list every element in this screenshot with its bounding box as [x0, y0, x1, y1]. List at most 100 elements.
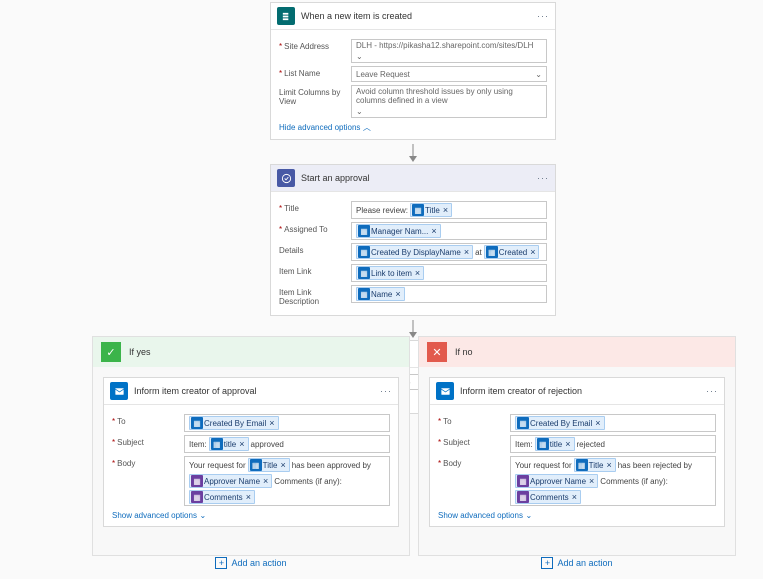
outlook-icon [110, 382, 128, 400]
title-token[interactable]: ▦Title× [248, 458, 290, 472]
dynamic-content-icon: ▦ [191, 475, 203, 487]
approval-title: Start an approval [301, 173, 537, 183]
remove-token-icon[interactable]: × [606, 460, 611, 470]
more-icon[interactable]: ··· [537, 11, 549, 21]
dynamic-content-icon: ▦ [191, 491, 203, 503]
email-body-field[interactable]: Your request for ▦Title× has been reject… [510, 456, 716, 506]
add-action-button[interactable]: + Add an action [103, 557, 399, 569]
assigned-to-label: *Assigned To [279, 222, 351, 234]
approval-icon [277, 169, 295, 187]
remove-token-icon[interactable]: × [464, 247, 469, 257]
dynamic-content-icon: ▦ [412, 204, 424, 216]
email-subject-label: *Subject [438, 435, 510, 447]
remove-token-icon[interactable]: × [572, 492, 577, 502]
site-address-label: *Site Address [279, 39, 351, 51]
dynamic-content-icon: ▦ [517, 491, 529, 503]
email-rejection-card: Inform item creator of rejection ··· *To… [429, 377, 725, 527]
chevron-up-icon: ︿ [363, 123, 371, 132]
comments-token[interactable]: ▦Comments× [189, 490, 255, 504]
remove-token-icon[interactable]: × [589, 476, 594, 486]
approval-title-label: *Title [279, 201, 351, 213]
email-subject-field[interactable]: Item: ▦title× approved [184, 435, 390, 453]
site-address-select[interactable]: DLH - https://pikasha12.sharepoint.com/s… [351, 39, 547, 63]
assigned-to-field[interactable]: ▦Manager Nam...× [351, 222, 547, 240]
remove-token-icon[interactable]: × [530, 247, 535, 257]
remove-token-icon[interactable]: × [246, 492, 251, 502]
list-name-label: *List Name [279, 66, 351, 78]
email-approval-header[interactable]: Inform item creator of approval ··· [104, 378, 398, 405]
approval-body: *Title Please review: ▦Title× *Assigned … [271, 192, 555, 315]
remove-token-icon[interactable]: × [239, 439, 244, 449]
approver-name-token[interactable]: ▦Approver Name× [515, 474, 598, 488]
chevron-down-icon: ⌄ [535, 70, 542, 79]
dynamic-content-icon: ▦ [576, 459, 588, 471]
add-action-button[interactable]: + Add an action [429, 557, 725, 569]
remove-token-icon[interactable]: × [431, 226, 436, 236]
remove-token-icon[interactable]: × [395, 289, 400, 299]
created-token[interactable]: ▦Created× [484, 245, 540, 259]
branch-no-label: If no [455, 347, 473, 357]
more-icon[interactable]: ··· [537, 173, 549, 183]
email-rejection-header[interactable]: Inform item creator of rejection ··· [430, 378, 724, 405]
email-to-field[interactable]: ▦Created By Email× [184, 414, 390, 432]
item-link-desc-field[interactable]: ▦Name× [351, 285, 547, 303]
dynamic-content-icon: ▦ [211, 438, 223, 450]
approver-name-token[interactable]: ▦Approver Name× [189, 474, 272, 488]
remove-token-icon[interactable]: × [280, 460, 285, 470]
limit-view-label: Limit Columns by View [279, 85, 351, 106]
email-to-field[interactable]: ▦Created By Email× [510, 414, 716, 432]
details-label: Details [279, 243, 351, 255]
item-link-label: Item Link [279, 264, 351, 276]
remove-token-icon[interactable]: × [263, 476, 268, 486]
item-link-field[interactable]: ▦Link to item× [351, 264, 547, 282]
trigger-body: *Site Address DLH - https://pikasha12.sh… [271, 30, 555, 139]
email-body-field[interactable]: Your request for ▦Title× has been approv… [184, 456, 390, 506]
branch-yes-header: ✓ If yes [93, 337, 409, 367]
chevron-down-icon: ⌄ [199, 511, 206, 520]
outlook-icon [436, 382, 454, 400]
createdby-email-token[interactable]: ▦Created By Email× [515, 416, 605, 430]
check-icon: ✓ [101, 342, 121, 362]
branch-yes-lane: ✓ If yes Inform item creator of approval… [92, 336, 410, 556]
item-link-desc-label: Item Link Description [279, 285, 351, 306]
flow-arrow [270, 144, 556, 164]
email-approval-title: Inform item creator of approval [134, 386, 380, 396]
title-token[interactable]: ▦Title× [410, 203, 452, 217]
dynamic-content-icon: ▦ [191, 417, 203, 429]
dynamic-content-icon: ▦ [358, 288, 370, 300]
plus-icon: + [541, 557, 553, 569]
branch-no-lane: ✕ If no Inform item creator of rejection… [418, 336, 736, 556]
list-name-select[interactable]: Leave Request ⌄ [351, 66, 547, 82]
approval-header[interactable]: Start an approval ··· [271, 165, 555, 192]
hide-advanced-link[interactable]: Hide advanced options [279, 123, 360, 132]
remove-token-icon[interactable]: × [269, 418, 274, 428]
remove-token-icon[interactable]: × [595, 418, 600, 428]
remove-token-icon[interactable]: × [565, 439, 570, 449]
remove-token-icon[interactable]: × [443, 205, 448, 215]
dynamic-content-icon: ▦ [486, 246, 498, 258]
createdby-email-token[interactable]: ▦Created By Email× [189, 416, 279, 430]
title-token[interactable]: ▦title× [535, 437, 575, 451]
show-advanced-link[interactable]: Show advanced options [438, 511, 523, 520]
title-token[interactable]: ▦Title× [574, 458, 616, 472]
trigger-header[interactable]: When a new item is created ··· [271, 3, 555, 30]
limit-view-select[interactable]: Avoid column threshold issues by only us… [351, 85, 547, 118]
chevron-down-icon: ⌄ [356, 107, 363, 116]
more-icon[interactable]: ··· [706, 386, 718, 396]
email-subject-field[interactable]: Item: ▦title× rejected [510, 435, 716, 453]
dynamic-content-icon: ▦ [358, 246, 370, 258]
title-token[interactable]: ▦title× [209, 437, 249, 451]
branch-yes-label: If yes [129, 347, 151, 357]
approval-title-field[interactable]: Please review: ▦Title× [351, 201, 547, 219]
trigger-card: When a new item is created ··· *Site Add… [270, 2, 556, 140]
details-field[interactable]: ▦Created By DisplayName× at ▦Created× [351, 243, 547, 261]
email-to-label: *To [112, 414, 184, 426]
remove-token-icon[interactable]: × [415, 268, 420, 278]
name-token[interactable]: ▦Name× [356, 287, 405, 301]
manager-token[interactable]: ▦Manager Nam...× [356, 224, 441, 238]
linkitem-token[interactable]: ▦Link to item× [356, 266, 424, 280]
more-icon[interactable]: ··· [380, 386, 392, 396]
show-advanced-link[interactable]: Show advanced options [112, 511, 197, 520]
comments-token[interactable]: ▦Comments× [515, 490, 581, 504]
createdby-token[interactable]: ▦Created By DisplayName× [356, 245, 473, 259]
